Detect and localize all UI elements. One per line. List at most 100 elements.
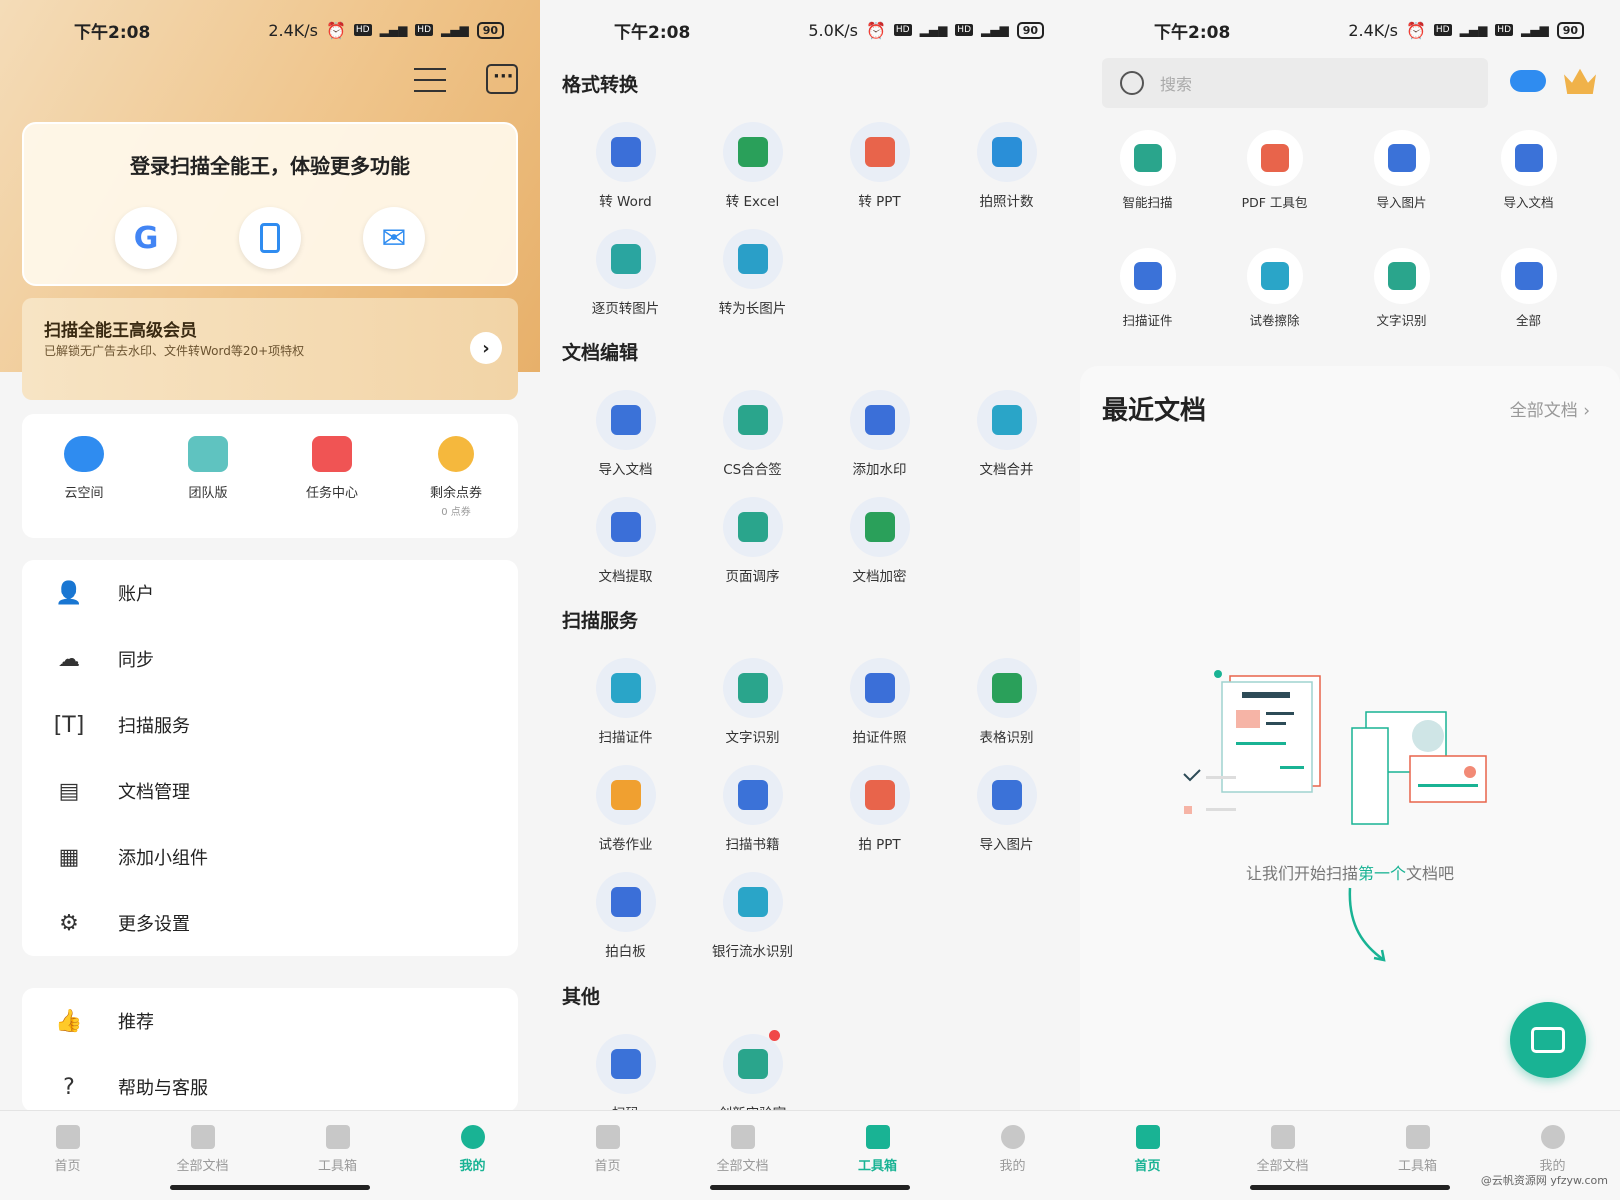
tool-item[interactable]: 文字识别 [689,650,816,757]
section-title: 其他 [562,986,601,1008]
tool-item[interactable]: 文档加密 [816,489,943,596]
alarm-icon: ⏰ [325,20,346,40]
tool-item[interactable]: 添加水印 [816,382,943,489]
alarm-icon: ⏰ [865,20,886,40]
tool-item[interactable]: 表格识别 [943,650,1070,757]
status-time: 下午2:08 [1154,22,1231,43]
home-tool-item[interactable]: 导入图片 [1338,124,1465,228]
tool-item[interactable]: 导入文档 [562,382,689,489]
tool-item[interactable]: 转 Word [562,114,689,221]
scan-menu-icon[interactable] [414,68,446,92]
tool-grid: 扫描证件 文字识别 拍证件照 表格识别试卷作业 扫描书籍 拍 PPT 导入图片拍白板 银行流水… [540,650,1080,971]
tool-item[interactable]: 试卷作业 [562,757,689,864]
quick-item-cloud[interactable]: 云空间 [22,414,146,538]
menu-item-settings[interactable]: ⚙ 更多设置 [22,890,518,956]
status-bar: 下午2:08 2.4K/s ⏰ HD ▂▄▆ HD ▂▄▆ 90 [0,0,540,60]
tool-item[interactable]: 转为长图片 [689,221,816,328]
tab-home[interactable]: 首页 [0,1111,135,1200]
tool-item[interactable]: 页面调序 [689,489,816,596]
tab-me[interactable]: 我的 [945,1111,1080,1200]
cloud-icon[interactable] [1510,70,1546,92]
home-tool-item[interactable]: 导入文档 [1465,124,1592,228]
tool-icon [722,1034,783,1094]
tool-label: 拍照计数 [979,194,1034,210]
tool-item[interactable]: 扫描证件 [562,650,689,757]
tool-item[interactable]: CS合合签 [689,382,816,489]
hd-icon: HD [353,24,372,36]
email-login-button[interactable]: ✉ [363,207,425,269]
tool-item[interactable]: 拍 PPT [816,757,943,864]
section-title: 格式转换 [562,74,639,96]
menu-item-account[interactable]: 👤 账户 [22,560,518,626]
crown-icon[interactable] [1564,68,1596,94]
home-tool-item[interactable]: 智能扫描 [1084,124,1211,228]
tool-icon [595,1034,656,1094]
gear-icon: ⚙ [59,910,79,936]
tool-label: 银行流水识别 [712,944,793,960]
tool-item[interactable]: 文档合并 [943,382,1070,489]
tab-me[interactable]: 我的 [405,1111,540,1200]
sync-cloud-icon: ☁ [58,646,80,672]
tool-label: 试卷作业 [598,837,653,853]
quick-item-team[interactable]: 团队版 [146,414,270,538]
tool-label: 文字识别 [725,730,780,746]
home-tool-item[interactable]: 全部 [1465,242,1592,346]
search-icon [1120,71,1144,95]
network-speed: 5.0K/s [808,20,858,40]
docs-icon [730,1125,755,1149]
tool-item[interactable]: 扫描书籍 [689,757,816,864]
home-tool-item[interactable]: 试卷擦除 [1211,242,1338,346]
tool-label: 拍 PPT [858,837,901,853]
tool-item[interactable]: 文档提取 [562,489,689,596]
tool-label: 扫描证件 [1122,313,1173,328]
google-icon: G [133,220,159,256]
message-icon[interactable] [486,64,518,94]
all-docs-link[interactable]: 全部文档 › [1510,396,1590,421]
quick-item-tasks[interactable]: 任务中心 [270,414,394,538]
coupon-icon [438,436,474,472]
tool-icon [1500,248,1557,304]
battery-icon: 90 [1556,21,1584,39]
menu-item-sync[interactable]: ☁ 同步 [22,626,518,692]
hd-icon: HD [955,24,973,36]
chevron-right-icon[interactable]: › [470,332,502,364]
tool-item[interactable]: 转 PPT [816,114,943,221]
tool-item[interactable]: 拍白板 [562,864,689,971]
home-tool-item[interactable]: PDF 工具包 [1211,124,1338,228]
tool-icon [1500,130,1557,186]
tool-item[interactable]: 导入图片 [943,757,1070,864]
tool-icon [595,872,656,932]
tool-item[interactable]: 转 Excel [689,114,816,221]
menu-item-recommend[interactable]: 👍 推荐 [22,988,518,1054]
tool-icon [1373,248,1430,304]
tool-item[interactable]: 拍证件照 [816,650,943,757]
vip-card[interactable]: 扫描全能王高级会员 已解锁无广告去水印、文件转Word等20+项特权 › [22,298,518,400]
search-input[interactable]: 搜索 [1102,58,1488,108]
tool-icon [849,658,910,718]
tool-label: 扫描书籍 [725,837,780,853]
scan-text-icon: [T] [53,712,85,738]
phone-login-button[interactable] [239,207,301,269]
quick-item-coupons[interactable]: 剩余点券 0 点券 [394,414,518,538]
menu-item-widget[interactable]: ▦ 添加小组件 [22,824,518,890]
google-login-button[interactable]: G [115,207,177,269]
tool-label: 导入图片 [1376,195,1427,210]
team-folder-icon [188,436,228,472]
tool-label: 试卷擦除 [1249,313,1300,328]
menu-item-scan-service[interactable]: [T] 扫描服务 [22,692,518,758]
tab-home[interactable]: 首页 [540,1111,675,1200]
watermark-text: @云帆资源网 yfzyw.com [1480,1174,1608,1187]
tab-home[interactable]: 首页 [1080,1111,1215,1200]
tool-icon [1373,130,1430,186]
tool-icon [976,658,1037,718]
tool-item[interactable]: 拍照计数 [943,114,1070,221]
task-check-icon [312,436,352,472]
menu-item-doc-manage[interactable]: ▤ 文档管理 [22,758,518,824]
tool-icon [595,122,656,182]
tool-icon [722,229,783,289]
home-tool-item[interactable]: 文字识别 [1338,242,1465,346]
camera-scan-button[interactable] [1510,1002,1586,1078]
tool-item[interactable]: 银行流水识别 [689,864,816,971]
tool-item[interactable]: 逐页转图片 [562,221,689,328]
home-tool-item[interactable]: 扫描证件 [1084,242,1211,346]
